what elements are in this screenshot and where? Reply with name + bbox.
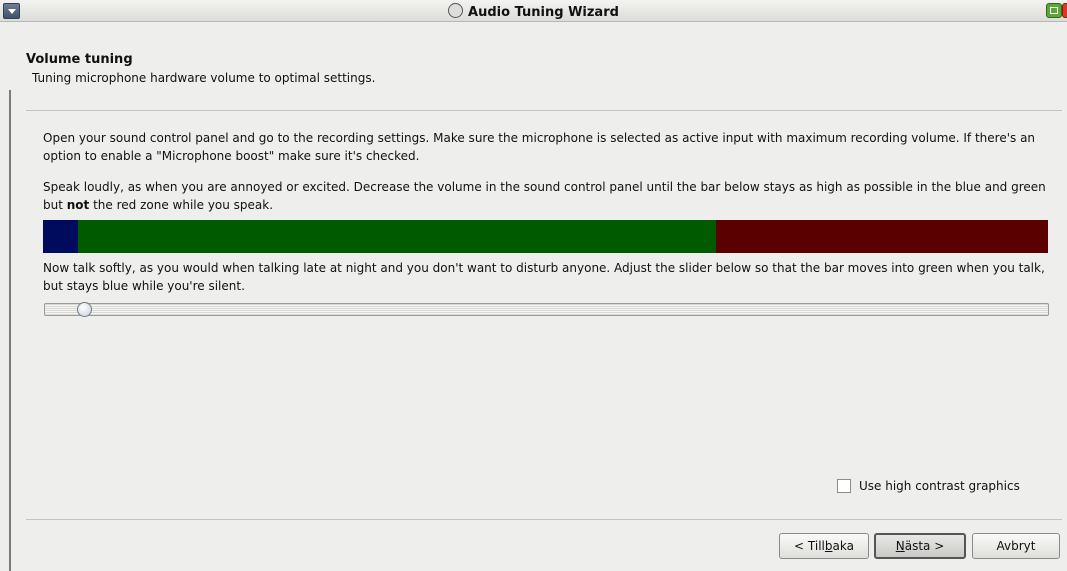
microphone-icon (448, 3, 464, 18)
close-button[interactable] (1062, 3, 1067, 18)
page-title: Volume tuning (26, 52, 133, 67)
meter-zone-blue (43, 220, 79, 253)
footer-divider (26, 519, 1062, 520)
instruction-talk-softly: Now talk softly, as you would when talki… (43, 261, 1045, 293)
title-bar: Audio Tuning Wizard (0, 0, 1067, 22)
window-title: Audio Tuning Wizard (0, 3, 1067, 20)
instruction-speak-loudly-emphasis: not (66, 198, 90, 212)
back-button-label-b: aka (832, 539, 854, 553)
meter-zone-green (78, 220, 717, 253)
high-contrast-option[interactable]: Use high contrast graphics (837, 479, 1020, 493)
next-button-mnemonic: N (895, 539, 905, 553)
next-button[interactable]: Nästa > (874, 533, 966, 559)
silence-threshold-slider[interactable] (44, 303, 1049, 316)
back-button[interactable]: < Till b aka (779, 533, 869, 559)
instruction-speak-loudly-part2: the red zone while you speak. (89, 198, 274, 212)
meter-zone-red (716, 220, 1048, 253)
back-button-mnemonic: b (824, 539, 833, 553)
header-divider (26, 110, 1062, 111)
instruction-sound-panel: Open your sound control panel and go to … (43, 131, 1036, 163)
next-button-label-b: ästa > (904, 539, 945, 553)
maximize-button[interactable] (1046, 3, 1062, 18)
page-subtitle: Tuning microphone hardware volume to opt… (32, 71, 376, 85)
back-button-label-a: < Till (794, 539, 825, 553)
cancel-button[interactable]: Avbryt (972, 533, 1060, 559)
window-title-text: Audio Tuning Wizard (468, 5, 619, 20)
volume-meter (43, 220, 1048, 253)
window-frame-edge (9, 90, 11, 571)
instruction-speak-loudly: Speak loudly, as when you are annoyed or… (43, 178, 1053, 214)
high-contrast-label: Use high contrast graphics (859, 479, 1020, 493)
high-contrast-checkbox[interactable] (837, 479, 851, 493)
